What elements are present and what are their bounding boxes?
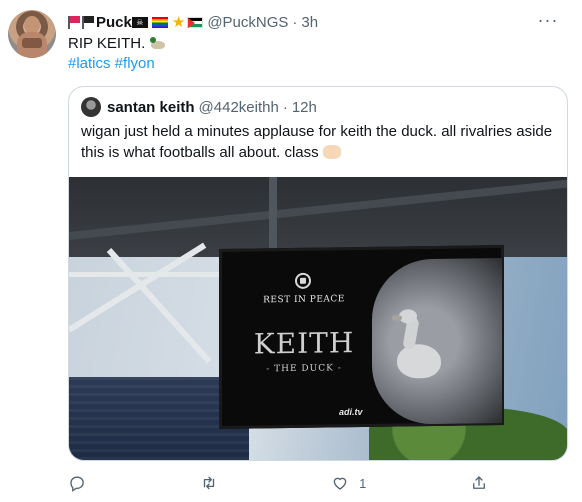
heart-icon	[333, 477, 347, 490]
header-separator: ·	[292, 13, 298, 31]
stadium-screen: REST IN PEACE KEITH - THE DUCK -	[219, 245, 504, 429]
like-button[interactable]: 1	[331, 474, 366, 492]
duck-emoji-icon	[149, 36, 167, 50]
quoted-tweet-text: wigan just held a minutes applause for k…	[81, 121, 561, 163]
author-avatar[interactable]	[8, 10, 56, 58]
share-button[interactable]	[470, 474, 498, 492]
tweet-header: Puck ☠ ★ @PuckNGS · 3h	[68, 12, 318, 32]
author-handle[interactable]: @PuckNGS	[207, 14, 288, 31]
club-crest-icon	[295, 272, 311, 289]
screen-content: REST IN PEACE KEITH - THE DUCK -	[222, 248, 502, 426]
screen-keith: KEITH	[253, 326, 355, 361]
quoted-author-handle[interactable]: @442keithh	[199, 99, 279, 116]
retweet-icon	[203, 476, 214, 490]
avatar-tattoo	[22, 38, 42, 48]
more-icon: ···	[537, 9, 559, 30]
screen-the-duck: - THE DUCK -	[266, 363, 342, 375]
tweet-text: RIP KEITH.	[68, 34, 167, 54]
quoted-author-name[interactable]: santan keith	[107, 99, 195, 116]
duck-beak	[392, 315, 402, 321]
quoted-avatar[interactable]	[81, 97, 101, 117]
share-icon	[473, 476, 485, 489]
tweet[interactable]: Puck ☠ ★ @PuckNGS · 3h ··· RIP KEITH. #l…	[0, 0, 582, 502]
reply-icon	[70, 476, 84, 492]
palestine-flag-icon	[187, 16, 204, 28]
board-brand: adi.tv	[339, 407, 363, 417]
tweet-time[interactable]: 3h	[301, 14, 318, 31]
quoted-tweet-photo[interactable]: REST IN PEACE KEITH - THE DUCK - adi.tv	[69, 177, 567, 460]
roof-truss	[69, 272, 239, 277]
tweet-text-body: RIP KEITH.	[68, 35, 146, 52]
roof-beam	[269, 177, 277, 257]
pirate-flag-icon: ☠	[131, 16, 148, 28]
like-count: 1	[359, 475, 367, 491]
duck-body	[397, 343, 441, 379]
duck-photo	[372, 258, 502, 425]
tweet-hashtags[interactable]: #latics #flyon	[68, 54, 155, 74]
screen-rest-in-peace: REST IN PEACE	[263, 294, 345, 306]
more-options-button[interactable]: ···	[536, 8, 560, 32]
black-flag-icon	[82, 16, 94, 29]
clap-emoji-icon	[322, 145, 341, 159]
quoted-header-separator: ·	[282, 98, 288, 116]
reply-button[interactable]	[68, 474, 96, 492]
quoted-tweet-time[interactable]: 12h	[292, 99, 317, 116]
quoted-tweet-header: santan keith @442keithh · 12h	[81, 97, 317, 117]
quoted-tweet[interactable]: santan keith @442keithh · 12h wigan just…	[68, 86, 568, 461]
retweet-button[interactable]	[200, 474, 228, 492]
rainbow-flag-icon	[151, 16, 168, 28]
tweet-actions: 1	[68, 472, 498, 494]
author-name[interactable]: Puck	[96, 14, 132, 31]
star-icon: ★	[171, 14, 186, 31]
quoted-tweet-text-body: wigan just held a minutes applause for k…	[81, 123, 553, 161]
red-flag-icon	[68, 16, 80, 29]
